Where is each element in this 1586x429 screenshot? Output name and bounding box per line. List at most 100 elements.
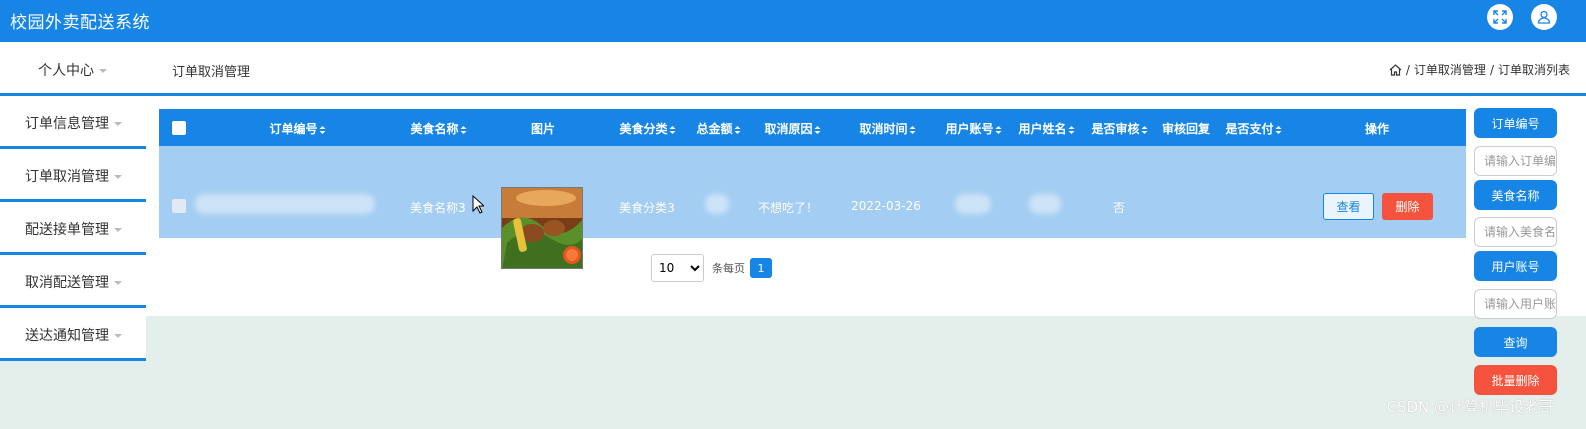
user-icon	[1537, 10, 1551, 24]
col-image-label: 图片	[530, 122, 556, 136]
watermark: CSDN @计算机毕设老哥	[1386, 398, 1554, 416]
sort-icon	[909, 125, 916, 134]
sidebar-item-delivery-notice[interactable]: 送达通知管理	[0, 308, 146, 361]
col-food-name[interactable]: 美食名称	[410, 120, 467, 137]
top-bar: 校园外卖配送系统	[0, 0, 1586, 42]
food-image-graphic	[502, 188, 582, 268]
col-approved-label: 是否审核	[1091, 122, 1140, 136]
category-cell: 美食分类3	[619, 201, 675, 215]
order-no-cell	[195, 194, 375, 214]
sidebar-item-label: 送达通知管理	[25, 328, 109, 344]
user-name-cell	[1029, 194, 1061, 214]
food-image	[501, 187, 583, 269]
delete-button[interactable]: 删除	[1382, 193, 1433, 220]
col-order-no[interactable]: 订单编号	[269, 120, 326, 137]
user-account-cell	[955, 194, 991, 214]
user-avatar-button[interactable]	[1531, 4, 1557, 30]
col-actions-label: 操作	[1364, 122, 1390, 136]
user-account-search-input[interactable]	[1474, 289, 1557, 319]
sort-icon	[1068, 125, 1075, 134]
cancel-time-cell: 2022-03-26	[851, 199, 921, 213]
table-row[interactable]: 美食名称3 美食分类3 不想吃了！ 2022-03-26 否 查看 删除	[159, 146, 1466, 269]
food-name-search-label: 美食名称	[1474, 180, 1557, 210]
col-image: 图片	[531, 120, 555, 137]
app-title: 校园外卖配送系统	[10, 13, 150, 33]
page-title: 订单取消管理	[172, 65, 251, 80]
mouse-cursor-icon	[472, 195, 484, 214]
cancel-reason-cell: 不想吃了！	[757, 201, 819, 215]
sidebar-item-delivery-cancel[interactable]: 取消配送管理	[0, 255, 146, 308]
col-cancel-time-label: 取消时间	[859, 122, 908, 136]
col-cancel-reason-label: 取消原因	[764, 122, 813, 136]
col-cancel-reason[interactable]: 取消原因	[764, 120, 821, 137]
total-cell	[705, 194, 729, 214]
chevron-down-icon	[99, 69, 107, 73]
chevron-down-icon	[114, 228, 122, 232]
col-paid-label: 是否支付	[1225, 122, 1274, 136]
col-food-name-label: 美食名称	[410, 122, 459, 136]
sidebar-item-label: 订单取消管理	[25, 169, 109, 185]
order-no-search-input[interactable]	[1474, 146, 1557, 176]
user-center-menu[interactable]: 个人中心	[38, 60, 107, 80]
page-size-select[interactable]: 10	[651, 254, 704, 282]
user-account-search-label: 用户账号	[1474, 251, 1557, 281]
sidebar: 订单信息管理 订单取消管理 配送接单管理 取消配送管理 送达通知管理	[0, 96, 146, 361]
sidebar-item-label: 取消配送管理	[25, 275, 109, 291]
col-user-name-label: 用户姓名	[1018, 122, 1067, 136]
header-bar: 个人中心 订单取消管理 / 订单取消管理 / 订单取消列表	[0, 42, 1586, 96]
breadcrumb-separator: /	[1489, 62, 1494, 77]
sort-icon	[995, 125, 1002, 134]
chevron-down-icon	[114, 334, 122, 338]
col-cancel-time[interactable]: 取消时间	[859, 120, 916, 137]
sidebar-item-label: 配送接单管理	[25, 222, 109, 238]
col-review-reply: 审核回复	[1162, 120, 1210, 137]
chevron-down-icon	[114, 175, 122, 179]
row-checkbox[interactable]	[172, 199, 186, 213]
breadcrumb: / 订单取消管理 / 订单取消列表	[1389, 61, 1570, 78]
user-center-label: 个人中心	[38, 63, 94, 79]
col-user-account-label: 用户账号	[945, 122, 994, 136]
col-category-label: 美食分类	[619, 122, 668, 136]
col-user-account[interactable]: 用户账号	[945, 120, 1002, 137]
sort-icon	[1275, 125, 1282, 134]
sidebar-item-order-cancel[interactable]: 订单取消管理	[0, 149, 146, 202]
col-actions: 操作	[1365, 120, 1389, 137]
col-paid[interactable]: 是否支付	[1225, 120, 1282, 137]
chevron-down-icon	[114, 122, 122, 126]
col-total[interactable]: 总金额	[696, 120, 741, 137]
sort-icon	[319, 125, 326, 134]
sort-icon	[460, 125, 467, 134]
per-page-label: 条每页	[712, 262, 745, 275]
sidebar-item-order-info[interactable]: 订单信息管理	[0, 96, 146, 149]
pagination: 10 条每页 1	[651, 254, 772, 282]
breadcrumb-level2: 订单取消列表	[1497, 63, 1570, 77]
col-category[interactable]: 美食分类	[619, 120, 676, 137]
breadcrumb-separator: /	[1405, 62, 1410, 77]
chevron-down-icon	[114, 281, 122, 285]
table-header: 订单编号 美食名称 图片 美食分类 总金额 取消原因 取消时间 用户账号 用户姓…	[159, 109, 1466, 146]
approved-cell: 否	[1112, 201, 1126, 215]
view-button[interactable]: 查看	[1323, 193, 1374, 220]
col-approved[interactable]: 是否审核	[1091, 120, 1148, 137]
sort-icon	[669, 125, 676, 134]
col-review-reply-label: 审核回复	[1161, 122, 1211, 136]
col-user-name[interactable]: 用户姓名	[1018, 120, 1075, 137]
food-name-search-input[interactable]	[1474, 217, 1557, 247]
food-name-cell: 美食名称3	[410, 201, 466, 215]
col-total-label: 总金额	[696, 122, 733, 136]
home-icon[interactable]	[1389, 63, 1402, 76]
cancel-order-table: 订单编号 美食名称 图片 美食分类 总金额 取消原因 取消时间 用户账号 用户姓…	[159, 109, 1466, 269]
select-all-checkbox[interactable]	[172, 121, 186, 135]
sidebar-item-delivery-accept[interactable]: 配送接单管理	[0, 202, 146, 255]
query-button[interactable]: 查询	[1474, 327, 1557, 357]
breadcrumb-level1[interactable]: 订单取消管理	[1414, 61, 1486, 78]
batch-delete-button[interactable]: 批量删除	[1474, 365, 1557, 395]
sidebar-item-label: 订单信息管理	[25, 116, 109, 132]
order-no-search-label: 订单编号	[1474, 108, 1557, 138]
fullscreen-button[interactable]	[1487, 4, 1513, 30]
fullscreen-icon	[1493, 10, 1507, 24]
sort-icon	[814, 125, 821, 134]
page-number-button[interactable]: 1	[750, 258, 772, 278]
sort-icon	[1141, 125, 1148, 134]
col-order-no-label: 订单编号	[269, 122, 318, 136]
